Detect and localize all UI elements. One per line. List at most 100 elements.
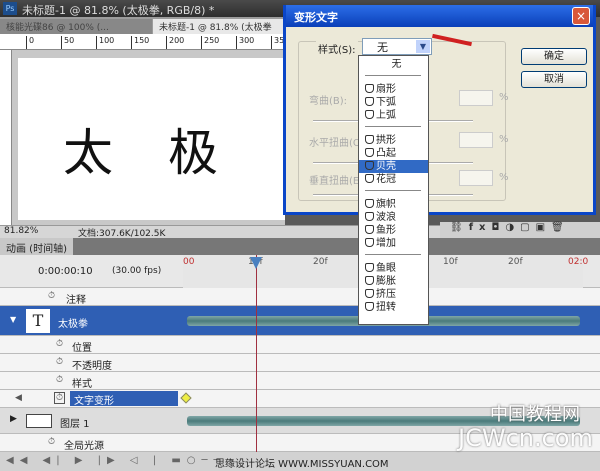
document-tabs: 核能光碟86 @ 100% (... 未标题-1 @ 81.8% (太极拳 <box>0 17 300 34</box>
stopwatch-icon[interactable]: ⏱ <box>56 375 63 385</box>
dropdown-item-label: 增加 <box>376 238 396 249</box>
pct-label: % <box>499 92 509 103</box>
text-layer-thumbnail-icon: T <box>26 309 50 333</box>
dropdown-item[interactable]: 无 <box>359 58 428 71</box>
layer-panel-toolbar: ⛓fx◘◑▢▣🗑 <box>440 222 600 238</box>
timeline-row-comments[interactable]: ⏱ 注释 <box>0 288 600 306</box>
panel-tab-bar: 动画 (时间轴) <box>0 238 600 255</box>
canvas-text-char: 太 <box>63 124 113 182</box>
ruler-tick: 300 <box>236 36 254 49</box>
dropdown-item[interactable]: 拱形 <box>359 134 428 147</box>
cancel-button[interactable]: 取消 <box>521 71 587 88</box>
dropdown-item[interactable]: 扇形 <box>359 83 428 96</box>
warp-shape-icon <box>365 199 374 208</box>
dropdown-item-label: 挤压 <box>376 289 396 300</box>
tab-document-2[interactable]: 未标题-1 @ 81.8% (太极拳 <box>153 19 300 34</box>
dropdown-item[interactable]: 花冠 <box>359 173 428 186</box>
dropdown-item[interactable]: 膨胀 <box>359 275 428 288</box>
window-title: 未标题-1 @ 81.8% (太极拳, RGB/8) * <box>22 4 215 17</box>
dropdown-item-label: 下弧 <box>376 97 396 108</box>
expand-triangle-icon[interactable]: ▶ <box>10 414 17 424</box>
ruler-tick: 250 <box>201 36 219 49</box>
frame-label: 10f <box>443 257 458 267</box>
site-watermark: JCWcn.com <box>458 424 593 452</box>
row-label: 位置 <box>72 343 92 354</box>
vertical-ruler <box>0 50 12 225</box>
row-label: 太极拳 <box>58 319 88 330</box>
stopwatch-icon[interactable]: ⏱ <box>54 392 66 404</box>
ok-button[interactable]: 确定 <box>521 48 587 65</box>
row-label: 文字变形 <box>70 391 178 407</box>
fps: (30.00 fps) <box>112 266 162 276</box>
chevron-down-icon[interactable]: ▼ <box>416 40 430 53</box>
dropdown-item[interactable]: 鱼形 <box>359 224 428 237</box>
stopwatch-icon[interactable]: ⏱ <box>48 291 55 301</box>
dropdown-item[interactable]: 下弧 <box>359 96 428 109</box>
prev-keyframe-icon[interactable]: ◀ <box>15 393 22 403</box>
row-label: 不透明度 <box>72 361 112 372</box>
collapse-triangle-icon[interactable]: ▼ <box>10 315 16 324</box>
style-value: 无 <box>377 41 388 54</box>
ruler-tick: 200 <box>166 36 184 49</box>
bend-input[interactable] <box>459 90 493 106</box>
timeline-row-style[interactable]: ⏱ 样式 <box>0 372 600 390</box>
style-dropdown-list[interactable]: 无扇形下弧 上弧拱形凸起 贝壳 花冠旗帜 波浪 鱼形 增加鱼眼 膨胀挤压扭转 <box>358 55 429 325</box>
warp-shape-icon <box>365 174 374 183</box>
current-time[interactable]: 0:00:00:10 <box>38 266 93 277</box>
warp-shape-icon <box>365 276 374 285</box>
dropdown-separator <box>365 254 421 255</box>
dropdown-item-label: 花冠 <box>376 174 396 185</box>
dropdown-separator <box>365 190 421 191</box>
canvas[interactable]: 太 极 <box>18 58 285 220</box>
pct-label: % <box>499 172 509 183</box>
warp-shape-icon <box>365 212 374 221</box>
stopwatch-icon[interactable]: ⏱ <box>56 339 63 349</box>
dropdown-item-label: 扭转 <box>376 302 396 313</box>
tab-document-1[interactable]: 核能光碟86 @ 100% (... <box>0 19 152 34</box>
dropdown-item[interactable]: 增加 <box>359 237 428 250</box>
dropdown-item-label: 凸起 <box>376 148 396 159</box>
warp-shape-icon <box>365 110 374 119</box>
warp-shape-icon <box>365 289 374 298</box>
dropdown-item[interactable]: 凸起 <box>359 147 428 160</box>
timeline-row-position[interactable]: ⏱ 位置 <box>0 336 600 354</box>
layer-thumbnail <box>26 414 52 428</box>
dropdown-item[interactable]: 挤压 <box>359 288 428 301</box>
horizontal-distortion-input[interactable] <box>459 132 493 148</box>
stopwatch-icon[interactable]: ⏱ <box>56 357 63 367</box>
dropdown-item-label: 无 <box>391 59 402 70</box>
dropdown-item-label: 拱形 <box>376 135 396 146</box>
frame-label: 20f <box>313 257 328 267</box>
warp-shape-icon <box>365 97 374 106</box>
dialog-title: 变形文字 <box>286 5 593 27</box>
frame-label: 02:0 <box>568 257 589 267</box>
dropdown-item[interactable]: 旗帜 <box>359 198 428 211</box>
tab-animation-timeline[interactable]: 动画 (时间轴) <box>0 238 73 255</box>
warp-shape-icon <box>365 135 374 144</box>
dropdown-item[interactable]: 贝壳 <box>359 160 428 173</box>
close-button[interactable]: × <box>572 7 590 25</box>
photoshop-logo-icon: Ps <box>3 2 17 15</box>
playhead-line <box>256 255 257 460</box>
style-label: 样式(S): <box>316 41 358 56</box>
dropdown-item-label: 扇形 <box>376 84 396 95</box>
row-label: 全局光源 <box>64 441 104 452</box>
bend-label: 弯曲(B): <box>309 96 348 107</box>
canvas-text-char: 极 <box>168 124 218 182</box>
stopwatch-icon[interactable]: ⏱ <box>48 437 55 447</box>
horizontal-ruler: 0 50 100 150 200 250 300 350 <box>0 34 289 50</box>
dropdown-item[interactable]: 鱼眼 <box>359 262 428 275</box>
vertical-distortion-input[interactable] <box>459 170 493 186</box>
ruler-tick: 150 <box>131 36 149 49</box>
timeline-row-opacity[interactable]: ⏱ 不透明度 <box>0 354 600 372</box>
style-select[interactable]: 无 ▼ <box>362 38 432 55</box>
frame-label: 00 <box>183 257 195 267</box>
dropdown-item[interactable]: 扭转 <box>359 301 428 314</box>
zoom-level[interactable]: 81.82% <box>4 226 38 236</box>
dropdown-separator <box>365 126 421 127</box>
dropdown-item-label: 膨胀 <box>376 276 396 287</box>
keyframe-diamond-icon[interactable] <box>180 392 192 404</box>
dropdown-item[interactable]: 上弧 <box>359 109 428 122</box>
timeline-row-text-layer[interactable]: ▼ T 太极拳 <box>0 306 600 336</box>
dropdown-item[interactable]: 波浪 <box>359 211 428 224</box>
